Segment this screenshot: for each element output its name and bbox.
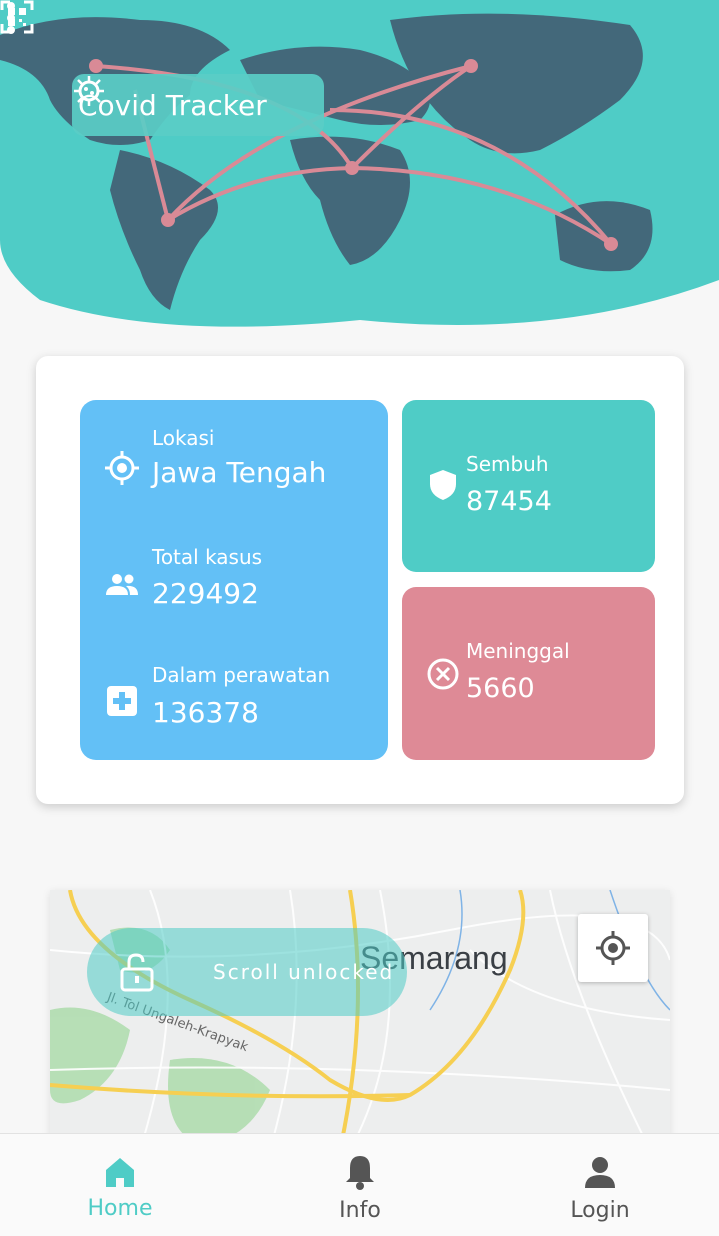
scroll-lock-toggle[interactable]: Scroll unlocked: [87, 928, 407, 1016]
person-icon: [585, 1157, 615, 1188]
nav-home-label: Home: [87, 1196, 153, 1221]
deaths-value: 5660: [466, 673, 535, 704]
my-location-button[interactable]: [578, 914, 648, 982]
location-target-icon: [105, 451, 139, 485]
treated-label: Dalam perawatan: [152, 663, 331, 687]
nav-info[interactable]: Info: [240, 1134, 480, 1236]
nav-home[interactable]: Home: [0, 1134, 240, 1236]
medical-cross-icon: [107, 686, 137, 716]
total-cases-row: Total kasus 229492: [80, 545, 388, 625]
virus-icon: [74, 76, 104, 106]
recovered-value: 87454: [466, 486, 552, 517]
unlock-icon: [120, 953, 154, 992]
total-cases-label: Total kasus: [152, 545, 263, 569]
scroll-status: Scroll unlocked: [213, 960, 395, 984]
app-title-chip: Covid Tracker: [72, 74, 324, 136]
deaths-label: Meninggal: [466, 639, 570, 663]
location-row: Lokasi Jawa Tengah: [80, 426, 388, 506]
region-stats-panel: Lokasi Jawa Tengah Total kasus 229492 Da…: [80, 400, 388, 760]
more-vert-icon[interactable]: [0, 0, 22, 36]
total-cases-value: 229492: [152, 577, 259, 610]
treated-value: 136378: [152, 696, 259, 729]
app-title: Covid Tracker: [78, 88, 267, 122]
deaths-panel: Meninggal 5660: [402, 587, 655, 760]
location-value: Jawa Tengah: [152, 456, 327, 489]
home-icon: [106, 1158, 134, 1187]
nav-login-label: Login: [570, 1198, 630, 1223]
location-label: Lokasi: [152, 426, 215, 450]
header-banner: Covid Tracker: [0, 0, 719, 330]
bell-icon: [346, 1156, 374, 1190]
nav-login[interactable]: Login: [480, 1134, 719, 1236]
nav-info-label: Info: [339, 1198, 381, 1223]
world-map-illustration: [0, 0, 719, 327]
people-icon: [106, 574, 138, 595]
treated-row: Dalam perawatan 136378: [80, 663, 388, 743]
close-circle-icon: [427, 658, 459, 690]
recovered-label: Sembuh: [466, 452, 549, 476]
my-location-icon: [596, 931, 630, 965]
stats-card: Lokasi Jawa Tengah Total kasus 229492 Da…: [36, 356, 684, 804]
bottom-navigation: Home Info Login: [0, 1133, 719, 1236]
recovered-panel: Sembuh 87454: [402, 400, 655, 572]
shield-icon: [430, 470, 456, 500]
map-view[interactable]: Jl. Tol Ungaleh-Krapyak Semarang Scroll …: [50, 890, 670, 1150]
